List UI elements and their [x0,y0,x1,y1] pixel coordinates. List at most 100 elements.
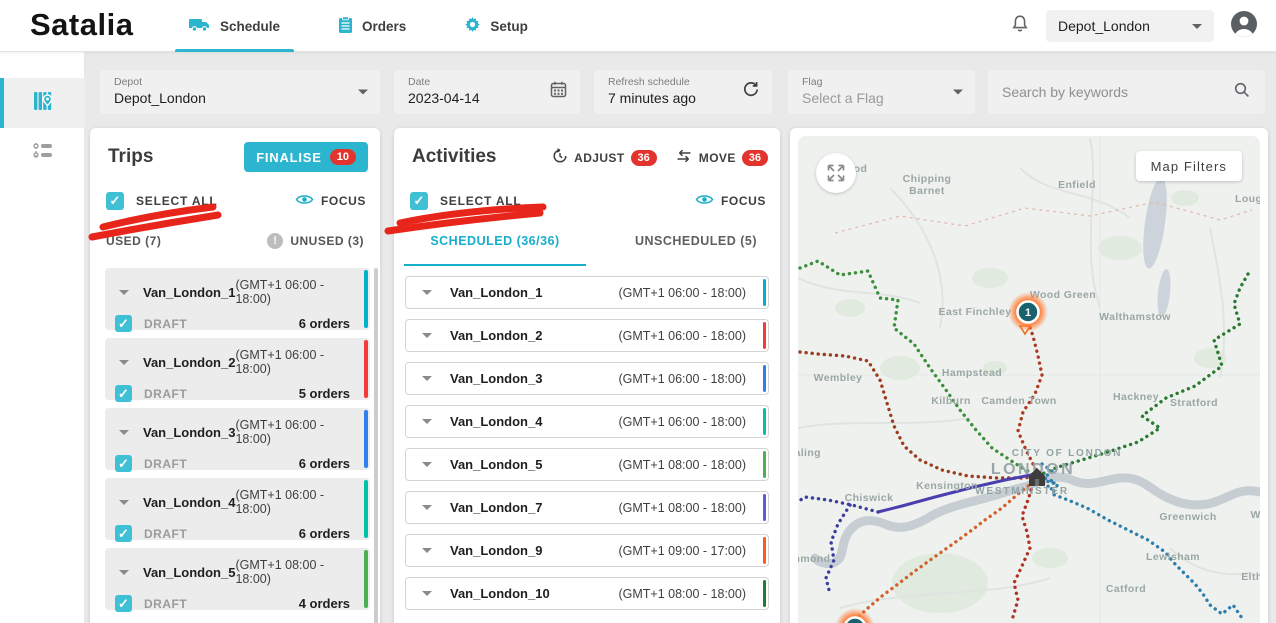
trip-card[interactable]: Van_London_2(GMT+1 06:00 - 18:00)✓DRAFT5… [105,338,370,400]
truck-icon [189,17,211,36]
tab-used[interactable]: USED (7) [106,234,161,248]
activity-van-name: Van_London_9 [450,543,542,558]
depot-filter[interactable]: Depot Depot_London [100,70,380,114]
activities-select-all-label: SELECT ALL [440,194,522,208]
tab-setup-label: Setup [490,19,528,34]
activity-color-bar [763,279,767,306]
expand-caret-icon[interactable] [422,376,432,381]
map-routes-icon [31,89,55,118]
expand-caret-icon[interactable] [422,591,432,596]
map-place-label: Stratford [1170,397,1218,409]
clipboard-icon [338,16,353,37]
expand-caret-icon[interactable] [119,500,129,505]
activities-select-all-checkbox[interactable]: ✓ [410,192,428,210]
depot-selector-value: Depot_London [1058,18,1150,34]
search-input[interactable] [1002,84,1233,100]
trip-checkbox[interactable]: ✓ [115,455,132,472]
depot-selector[interactable]: Depot_London [1046,10,1214,42]
active-tab-indicator [404,264,586,267]
tab-setup[interactable]: Setup [450,0,542,52]
tab-orders[interactable]: Orders [324,0,420,52]
date-filter[interactable]: Date 2023-04-14 [394,70,580,114]
activities-focus-label: FOCUS [721,194,766,208]
activities-panel: Activities ADJUST 36 MOVE 36 ✓ SELECT AL… [394,128,780,623]
notification-bell-icon[interactable] [1010,14,1030,39]
expand-caret-icon[interactable] [422,505,432,510]
trip-card[interactable]: Van_London_5(GMT+1 08:00 - 18:00)✓DRAFT4… [105,548,370,610]
activity-time-window: (GMT+1 08:00 - 18:00) [619,587,747,601]
map-canvas[interactable]: mwoodChippingBarnetEnfieldLoughtWood Gre… [798,136,1260,623]
tab-unused[interactable]: ! UNUSED (3) [267,233,364,249]
trip-time-window: (GMT+1 06:00 - 18:00) [235,488,350,516]
trip-card[interactable]: Van_London_1(GMT+1 06:00 - 18:00)✓DRAFT6… [105,268,370,330]
map-filters-button[interactable]: Map Filters [1136,151,1242,181]
expand-caret-icon[interactable] [119,360,129,365]
activity-time-window: (GMT+1 06:00 - 18:00) [619,372,747,386]
trips-focus-button[interactable]: FOCUS [295,193,366,209]
adjust-count-badge: 36 [631,150,657,166]
trip-card[interactable]: Van_London_3(GMT+1 06:00 - 18:00)✓DRAFT6… [105,408,370,470]
activity-color-bar [763,494,767,521]
sidebar-item-map-view[interactable] [0,78,85,128]
adjust-button[interactable]: ADJUST 36 [552,148,657,167]
eye-icon [295,193,314,209]
activity-van-name: Van_London_5 [450,457,542,472]
activity-row[interactable]: Van_London_10(GMT+1 08:00 - 18:00) [405,577,769,610]
trips-select-all-checkbox[interactable]: ✓ [106,192,124,210]
map-svg: mwoodChippingBarnetEnfieldLoughtWood Gre… [798,136,1260,623]
expand-caret-icon[interactable] [119,570,129,575]
trips-scrollbar[interactable] [374,268,378,623]
activities-focus-button[interactable]: FOCUS [695,193,766,209]
tab-scheduled[interactable]: SCHEDULED (36/36) [404,234,586,248]
activity-row[interactable]: Van_London_5(GMT+1 08:00 - 18:00) [405,448,769,481]
activities-row-list: Van_London_1(GMT+1 06:00 - 18:00) Van_Lon… [405,276,769,623]
map-place-label: Hackney [1113,391,1159,403]
depot-filter-label: Depot [114,76,366,88]
depot-filter-value: Depot_London [114,90,366,106]
flag-filter[interactable]: Flag Select a Flag [788,70,975,114]
trip-checkbox[interactable]: ✓ [115,315,132,332]
trip-checkbox[interactable]: ✓ [115,595,132,612]
map-stop-marker[interactable]: 1 [1008,292,1048,332]
map-place-label: Wembley [814,372,863,384]
trip-checkbox[interactable]: ✓ [115,525,132,542]
map-place-label: Walthamstow [1099,311,1171,323]
expand-caret-icon[interactable] [422,419,432,424]
expand-caret-icon[interactable] [422,462,432,467]
activity-van-name: Van_London_4 [450,414,542,429]
adjust-label: ADJUST [574,151,624,165]
sidebar-item-stops-list[interactable] [0,128,85,178]
map-place-label: Greenwich [1159,511,1216,523]
trip-time-window: (GMT+1 08:00 - 18:00) [235,558,350,586]
trip-time-window: (GMT+1 06:00 - 18:00) [235,418,350,446]
activity-row[interactable]: Van_London_1(GMT+1 06:00 - 18:00) [405,276,769,309]
map-place-label: Chiswick [845,492,894,504]
expand-caret-icon[interactable] [119,430,129,435]
chevron-down-icon [1192,24,1202,29]
trips-tabs: USED (7) ! UNUSED (3) [106,228,364,254]
tab-schedule[interactable]: Schedule [175,0,294,52]
activity-row[interactable]: Van_London_4(GMT+1 06:00 - 18:00) [405,405,769,438]
expand-caret-icon[interactable] [422,333,432,338]
tab-unscheduled[interactable]: UNSCHEDULED (5) [616,234,776,248]
expand-caret-icon[interactable] [422,548,432,553]
activity-color-bar [763,580,767,607]
expand-caret-icon[interactable] [422,290,432,295]
activity-row[interactable]: Van_London_7(GMT+1 08:00 - 18:00) [405,491,769,524]
finalise-button[interactable]: FINALISE 10 [244,142,368,172]
calendar-icon[interactable] [549,80,568,104]
trip-card[interactable]: Van_London_4(GMT+1 06:00 - 18:00)✓DRAFT6… [105,478,370,540]
map-expand-button[interactable] [816,153,856,193]
refresh-schedule[interactable]: Refresh schedule 7 minutes ago [594,70,772,114]
activity-row[interactable]: Van_London_9(GMT+1 09:00 - 17:00) [405,534,769,567]
expand-caret-icon[interactable] [119,290,129,295]
refresh-icon[interactable] [742,81,760,104]
search-icon[interactable] [1233,81,1251,104]
trip-checkbox[interactable]: ✓ [115,385,132,402]
avatar[interactable] [1230,10,1258,43]
activity-row[interactable]: Van_London_2(GMT+1 06:00 - 18:00) [405,319,769,352]
move-button[interactable]: MOVE 36 [675,149,768,166]
refresh-schedule-label: Refresh schedule [608,76,758,88]
activity-color-bar [763,365,767,392]
activity-row[interactable]: Van_London_3(GMT+1 06:00 - 18:00) [405,362,769,395]
